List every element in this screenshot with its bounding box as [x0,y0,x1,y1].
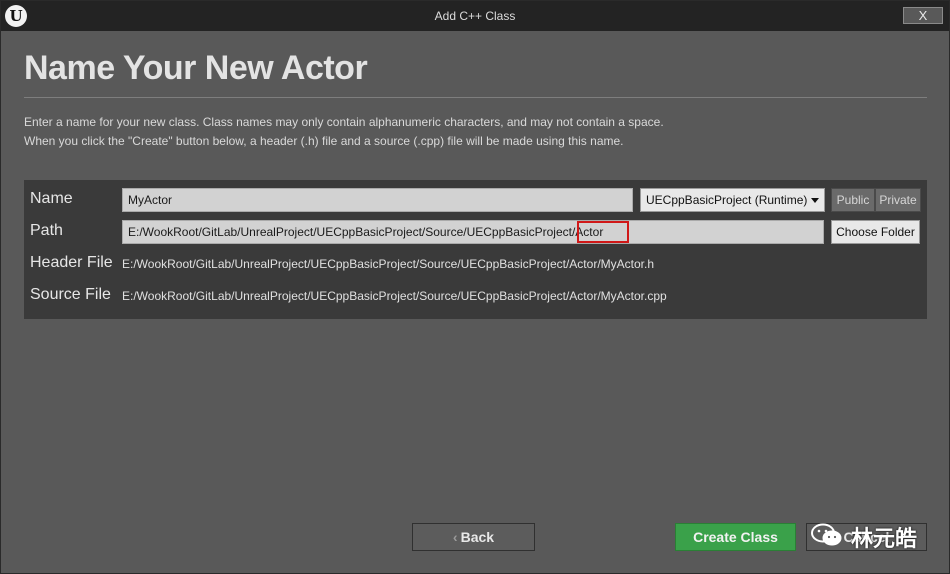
module-dropdown-value: UECppBasicProject (Runtime) [646,193,808,207]
wechat-icon [811,523,842,546]
path-label: Path [30,222,63,239]
back-button-label: Back [460,529,495,545]
title-bar[interactable]: U Add C++ Class X [1,1,949,31]
title-divider [24,97,927,98]
public-toggle[interactable]: Public [831,188,875,212]
back-button[interactable]: ‹ Back [412,523,535,551]
description-line-2: When you click the "Create" button below… [24,134,624,148]
add-class-dialog: U Add C++ Class X Name Your New Actor En… [0,0,950,574]
source-file-path: E:/WookRoot/GitLab/UnrealProject/UECppBa… [122,289,667,303]
create-class-button[interactable]: Create Class [675,523,796,551]
private-toggle[interactable]: Private [875,188,921,212]
watermark: 林元皓 [809,517,927,553]
window-title: Add C++ Class [434,9,516,23]
close-button[interactable]: X [903,7,943,24]
class-name-input[interactable]: MyActor [122,188,633,212]
chevron-down-icon [811,198,819,203]
header-file-label: Header File [30,254,113,271]
path-highlight-box [577,221,629,243]
path-input[interactable]: E:/WookRoot/GitLab/UnrealProject/UECppBa… [122,220,824,244]
page-title: Name Your New Actor [24,49,368,87]
module-dropdown[interactable]: UECppBasicProject (Runtime) [640,188,825,212]
header-file-path: E:/WookRoot/GitLab/UnrealProject/UECppBa… [122,257,654,271]
description-line-1: Enter a name for your new class. Class n… [24,115,664,129]
source-file-label: Source File [30,286,111,303]
chevron-left-icon: ‹ [452,529,458,545]
watermark-text: 林元皓 [851,526,918,551]
name-label: Name [30,190,73,207]
choose-folder-button[interactable]: Choose Folder [831,220,920,244]
